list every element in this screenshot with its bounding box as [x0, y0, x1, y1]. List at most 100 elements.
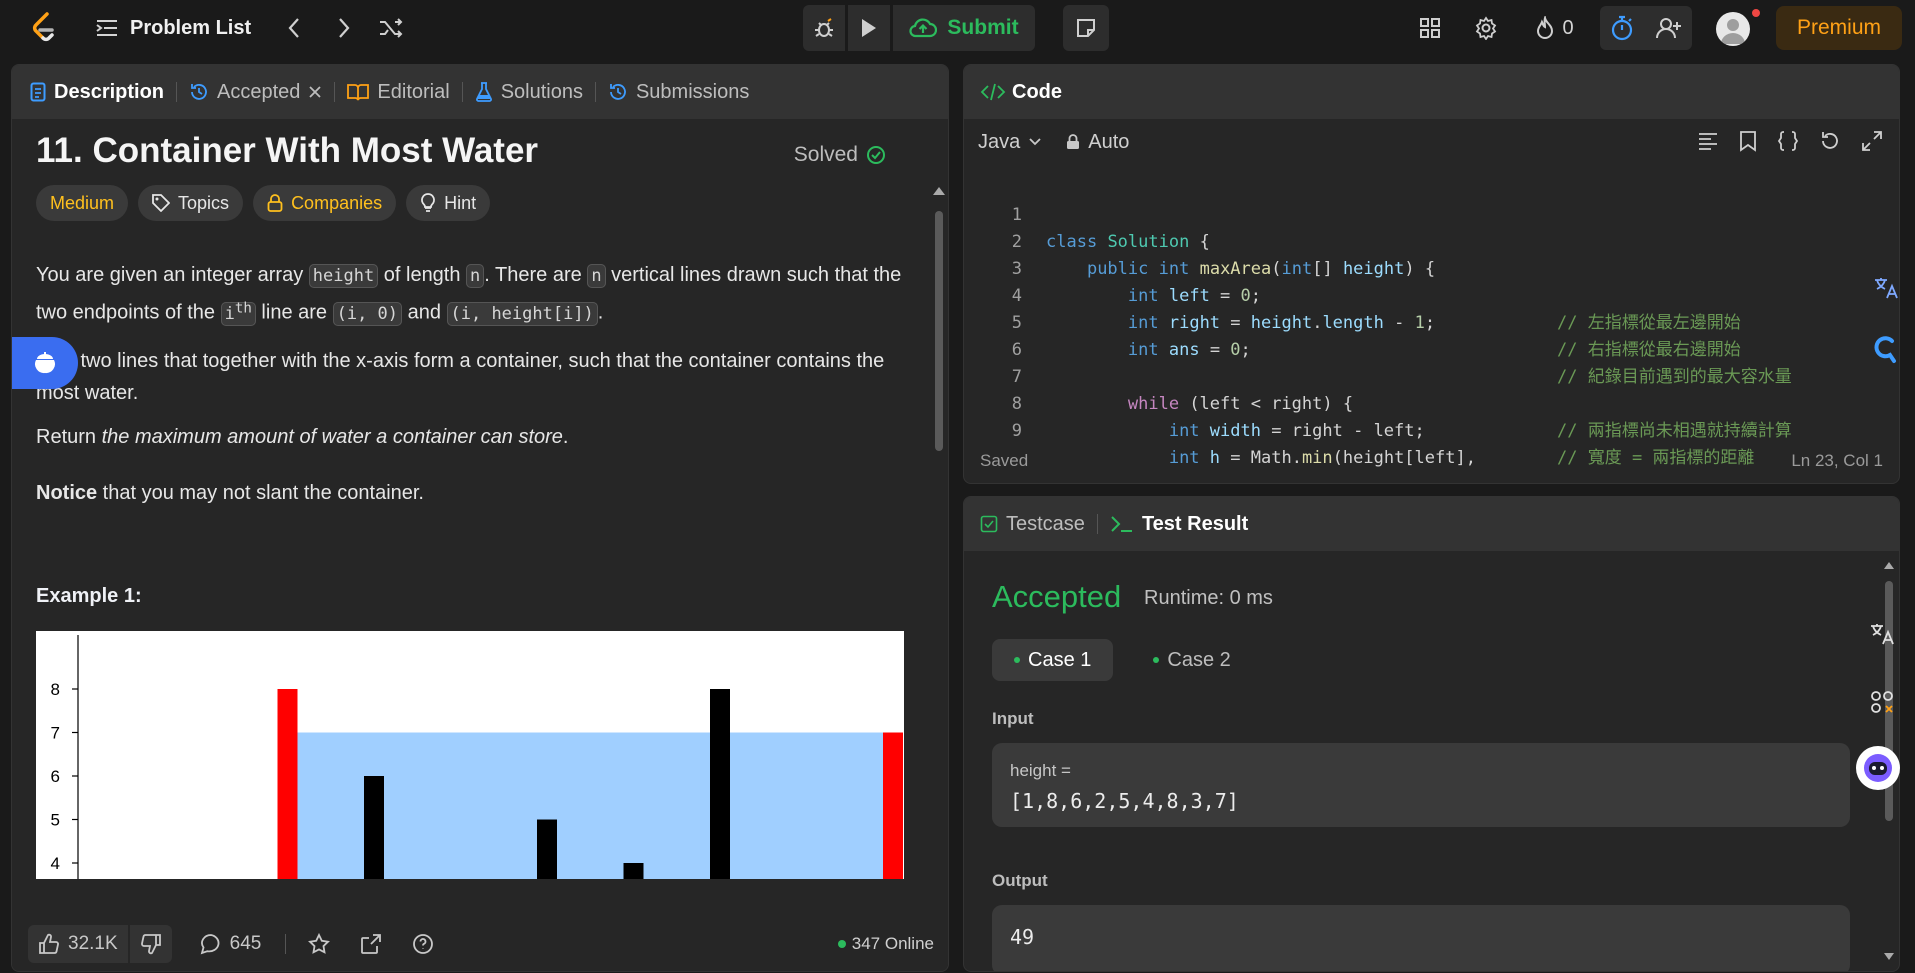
- code-line: 2 public int maxArea(int[] height) {: [964, 202, 1899, 279]
- emphasis: the maximum amount of water a container …: [101, 426, 563, 448]
- next-problem-button[interactable]: [330, 14, 358, 42]
- inline-code: (i, height[i]): [446, 301, 598, 326]
- description-scrollbar[interactable]: [931, 185, 947, 971]
- code-toolbar: Java Auto: [964, 119, 1899, 165]
- lock-icon: [267, 194, 283, 212]
- footer-divider: [285, 934, 287, 954]
- gear-icon: [1475, 16, 1497, 40]
- tab-accepted-label: Accepted: [217, 80, 301, 103]
- tab-accepted[interactable]: Accepted: [177, 65, 334, 119]
- text-run: You are given an integer array: [36, 264, 309, 286]
- case-1-label: Case 1: [1028, 648, 1092, 671]
- description-footer: 32.1K 645 347 Online: [12, 917, 948, 971]
- pass-dot: [1153, 657, 1160, 663]
- expand-icon[interactable]: [1861, 130, 1883, 152]
- submit-button[interactable]: Submit: [893, 5, 1035, 51]
- highlight-bar: [277, 689, 298, 879]
- extension-button[interactable]: [1862, 682, 1902, 722]
- notes-button[interactable]: [1063, 5, 1109, 51]
- settings-button[interactable]: [1470, 12, 1502, 44]
- close-icon[interactable]: [308, 85, 322, 99]
- tab-testcase[interactable]: Testcase: [964, 497, 1097, 551]
- tab-code[interactable]: Code: [964, 65, 1074, 119]
- highlight-bar: [883, 732, 903, 879]
- topics-tag[interactable]: Topics: [138, 185, 244, 221]
- tab-submissions-label: Submissions: [635, 80, 750, 103]
- pass-dot: [1014, 657, 1020, 663]
- problem-list-button[interactable]: Problem List: [96, 12, 251, 44]
- tab-solutions-label: Solutions: [500, 80, 583, 103]
- robot-icon: [1864, 754, 1892, 782]
- chatbot-button[interactable]: [1856, 746, 1900, 790]
- stopwatch-icon[interactable]: [1610, 15, 1634, 41]
- problem-tags: Medium Topics Companies Hint: [36, 185, 491, 221]
- help-button[interactable]: [412, 933, 434, 955]
- code-editor[interactable]: 1 class Solution { 2 public int maxArea(…: [964, 175, 1899, 468]
- tab-solutions[interactable]: Solutions: [463, 65, 595, 119]
- favorite-button[interactable]: [308, 933, 331, 955]
- tab-test-result[interactable]: Test Result: [1098, 497, 1260, 551]
- language-select[interactable]: Java: [978, 131, 1042, 154]
- tab-testcase-label: Testcase: [1006, 512, 1085, 535]
- text-run: .: [597, 301, 604, 324]
- reset-icon[interactable]: [1819, 130, 1841, 152]
- chevron-right-icon: [339, 18, 350, 38]
- lightbulb-icon: [421, 193, 436, 212]
- leetcode-logo-icon[interactable]: [28, 12, 60, 44]
- document-icon: [30, 82, 46, 102]
- dislike-button[interactable]: [129, 925, 172, 963]
- text-run: Return: [36, 426, 102, 448]
- comments-button[interactable]: 645: [200, 933, 261, 955]
- text-run: . There are: [484, 264, 588, 286]
- hint-tag[interactable]: Hint: [406, 185, 491, 221]
- text-run: that you may not slant the container.: [97, 482, 424, 504]
- y-tick-label: 8: [51, 680, 60, 699]
- translate-button-2[interactable]: [1862, 614, 1902, 654]
- difficulty-badge[interactable]: Medium: [36, 185, 129, 221]
- cursor-position: Ln 23, Col 1: [1791, 451, 1883, 470]
- tag-icon: [152, 194, 171, 212]
- tab-description-label: Description: [54, 80, 165, 103]
- code-line: 9 int h = Math.min(height[left],: [964, 391, 1899, 468]
- prev-problem-button[interactable]: [280, 14, 308, 42]
- description-tabs: Description Accepted Editorial Solutions…: [12, 65, 948, 119]
- tab-description[interactable]: Description: [12, 65, 176, 119]
- premium-button[interactable]: Premium: [1776, 6, 1902, 50]
- add-friend-icon[interactable]: [1656, 16, 1682, 40]
- streak-counter[interactable]: 0: [1530, 12, 1580, 44]
- format-icon[interactable]: [1697, 130, 1719, 152]
- shuffle-icon: [380, 18, 403, 38]
- tab-test-result-label: Test Result: [1141, 512, 1249, 535]
- assistant-button[interactable]: [1866, 330, 1906, 370]
- share-button[interactable]: [360, 933, 382, 955]
- user-avatar[interactable]: [1716, 12, 1750, 46]
- output-value: 49: [1010, 925, 1035, 949]
- bar: [537, 819, 557, 879]
- problem-paragraph-2: Find two lines that together with the x-…: [36, 350, 885, 404]
- line-number: 9: [1011, 421, 1022, 441]
- braces-icon[interactable]: [1777, 130, 1799, 152]
- y-tick-label: 7: [51, 724, 60, 743]
- case-2-tab[interactable]: Case 2: [1131, 639, 1252, 681]
- floating-assistant-button[interactable]: [12, 337, 78, 389]
- random-problem-button[interactable]: [378, 14, 406, 42]
- autocomplete-toggle[interactable]: Auto: [1066, 131, 1129, 154]
- case-1-tab[interactable]: Case 1: [992, 639, 1114, 681]
- debug-button[interactable]: [803, 5, 845, 51]
- tab-submissions[interactable]: Submissions: [596, 65, 761, 119]
- layout-button[interactable]: [1414, 12, 1446, 44]
- bookmark-icon[interactable]: [1739, 130, 1757, 152]
- text-run: .: [562, 426, 569, 448]
- companies-tag[interactable]: Companies: [253, 185, 397, 221]
- translate-button[interactable]: [1866, 268, 1906, 308]
- chevron-down-icon: [1029, 138, 1041, 146]
- history-icon: [610, 84, 626, 100]
- problem-list-label: Problem List: [130, 16, 252, 39]
- tab-editorial-label: Editorial: [377, 80, 450, 103]
- like-button[interactable]: 32.1K: [28, 925, 128, 963]
- tab-editorial[interactable]: Editorial: [335, 65, 461, 119]
- run-button[interactable]: [848, 5, 890, 51]
- solved-status: Solved: [794, 143, 886, 167]
- comment-icon: [200, 934, 220, 955]
- history-icon: [191, 84, 207, 100]
